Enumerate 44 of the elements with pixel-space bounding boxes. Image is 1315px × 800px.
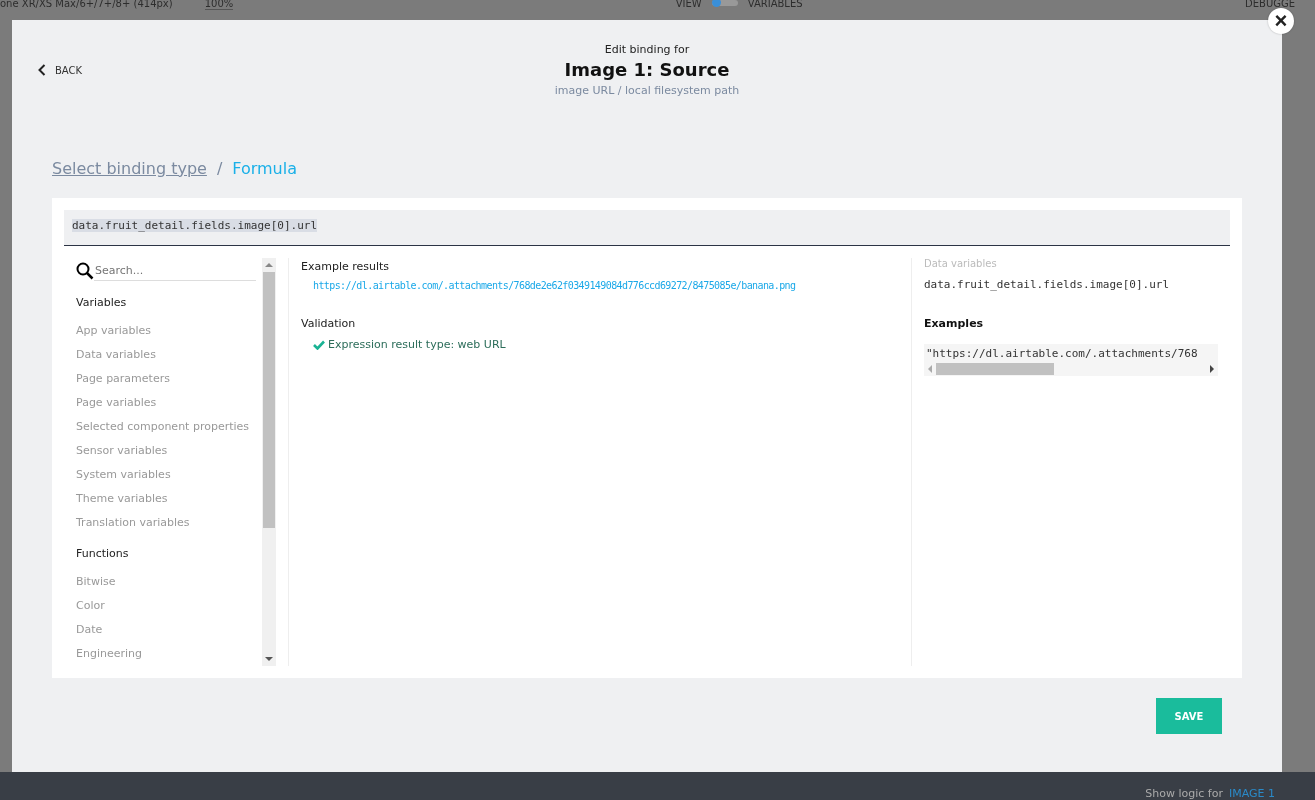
section-heading: Functions bbox=[76, 547, 130, 560]
footer-label: Show logic for bbox=[1145, 787, 1223, 800]
section-heading: Variables bbox=[76, 296, 128, 309]
list-item[interactable]: Sensor variables bbox=[76, 439, 262, 463]
dialog-caption: Edit binding for bbox=[604, 43, 690, 57]
list-item[interactable]: Bitwise bbox=[76, 570, 262, 594]
list-item[interactable]: Page parameters bbox=[76, 367, 262, 391]
example-code: "https://dl.airtable.com/.attachments/768 bbox=[925, 346, 1199, 362]
validation-message: Expression result type: web URL bbox=[328, 338, 506, 351]
list-item[interactable]: Engineering bbox=[76, 642, 262, 666]
list-item[interactable]: Page variables bbox=[76, 391, 262, 415]
category-label: Data variables bbox=[924, 258, 998, 269]
list-item[interactable]: Theme variables bbox=[76, 487, 262, 511]
dialog-subtitle: image URL / local filesystem path bbox=[554, 83, 740, 99]
list-item[interactable]: Date bbox=[76, 618, 262, 642]
zoom-dropdown[interactable]: 100% bbox=[204, 0, 234, 10]
section-label: Validation bbox=[301, 317, 357, 330]
breadcrumb-link[interactable]: Select binding type bbox=[52, 158, 207, 178]
back-button[interactable]: BACK bbox=[38, 64, 83, 76]
list-item[interactable]: Data variables bbox=[76, 343, 262, 367]
breadcrumb-link[interactable]: Formula bbox=[232, 158, 297, 178]
search-icon bbox=[76, 262, 94, 280]
result-url: https://dl.airtable.com/.attachments/768de2e62f0349149084d776ccd69272/8475085e/banana.png bbox=[313, 280, 797, 291]
device-label: one XR/XS Max/6+/7+/8+ (414px) bbox=[0, 0, 173, 9]
list-item[interactable]: Selected component properties bbox=[76, 415, 262, 439]
chevron-left-icon bbox=[38, 64, 46, 76]
scrollbar[interactable] bbox=[262, 258, 276, 666]
list-item[interactable]: System variables bbox=[76, 463, 262, 487]
view-label: VIEW bbox=[675, 0, 702, 9]
save-button[interactable]: SAVE bbox=[1156, 698, 1222, 734]
breadcrumb-separator: / bbox=[216, 158, 223, 178]
toggle-switch[interactable] bbox=[711, 0, 738, 6]
formula-field[interactable]: data.fruit_detail.fields.image[0].url bbox=[64, 210, 1230, 246]
section-label: Example results bbox=[301, 260, 391, 273]
variable-name: data.fruit_detail.fields.image[0].url bbox=[924, 278, 1171, 291]
footer-link[interactable]: IMAGE 1 bbox=[1228, 787, 1275, 800]
dialog-title: Image 1: Source bbox=[564, 58, 730, 82]
debugger-label[interactable]: DEBUGGE bbox=[1245, 0, 1295, 9]
list-item[interactable]: Color bbox=[76, 594, 262, 618]
list-item[interactable]: App variables bbox=[76, 319, 262, 343]
close-button[interactable]: × bbox=[1268, 8, 1294, 34]
list-item[interactable]: Translation variables bbox=[76, 511, 262, 535]
section-label: Examples bbox=[924, 317, 985, 330]
variables-label: VARIABLES bbox=[747, 0, 803, 9]
